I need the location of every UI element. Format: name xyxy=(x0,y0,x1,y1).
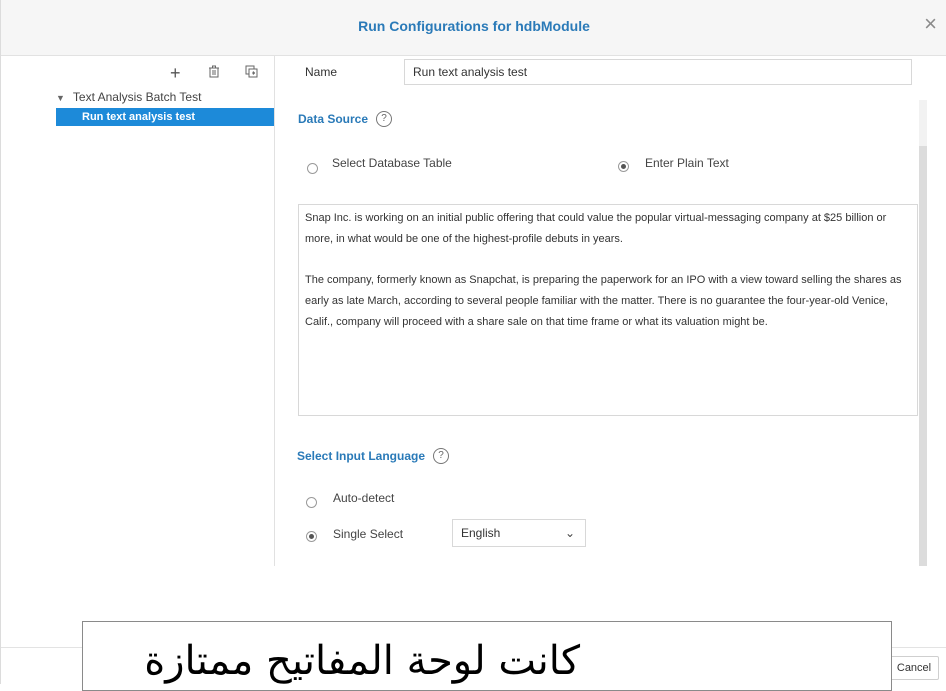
add-icon[interactable]: + xyxy=(170,63,181,84)
copy-icon[interactable] xyxy=(245,65,258,83)
chevron-down-icon: ⌄ xyxy=(564,526,575,540)
radio-select-database-table[interactable] xyxy=(307,163,318,174)
data-source-title: Data Source xyxy=(298,112,369,127)
trash-icon[interactable] xyxy=(208,65,220,81)
caret-down-icon[interactable]: ▼ xyxy=(56,93,65,103)
name-field[interactable]: Run text analysis test xyxy=(404,59,912,85)
overlay-caption: كانت لوحة المفاتيح ممتازة xyxy=(144,638,580,684)
dialog-header: Run Configurations for hdbModule × xyxy=(1,0,946,56)
radio-label-enter-plain-text: Enter Plain Text xyxy=(645,156,729,170)
name-label: Name xyxy=(305,65,338,79)
language-dropdown-value: English xyxy=(461,526,501,540)
input-language-heading: Select Input Language? xyxy=(297,448,450,465)
dialog-title: Run Configurations for hdbModule xyxy=(358,18,590,34)
scrollbar-thumb[interactable] xyxy=(919,146,927,566)
tree-item-text-analysis-batch-test[interactable]: ▼ Text Analysis Batch Test xyxy=(56,90,201,104)
input-language-title: Select Input Language xyxy=(297,449,426,464)
cancel-button[interactable]: Cancel xyxy=(889,656,939,680)
configurations-panel: + ▼ Text Analysis Batch Test Run text ana… xyxy=(1,56,274,566)
radio-label-select-database-table: Select Database Table xyxy=(332,156,452,170)
radio-enter-plain-text[interactable] xyxy=(618,161,629,172)
plain-text-area[interactable]: Snap Inc. is working on an initial publi… xyxy=(298,204,918,416)
run-configurations-dialog: Run Configurations for hdbModule × + ▼ Te… xyxy=(0,0,946,685)
radio-label-single-select: Single Select xyxy=(333,527,404,541)
radio-label-auto-detect: Auto-detect xyxy=(333,491,395,505)
language-dropdown[interactable]: English ⌄ xyxy=(452,519,586,547)
radio-auto-detect[interactable] xyxy=(306,497,317,508)
help-icon[interactable]: ? xyxy=(376,111,393,127)
close-icon[interactable]: × xyxy=(924,13,937,35)
help-icon[interactable]: ? xyxy=(433,448,450,464)
tree-parent-label: Text Analysis Batch Test xyxy=(72,90,202,104)
data-source-heading: Data Source? xyxy=(298,111,393,128)
text-paragraph: The company, formerly known as Snapchat,… xyxy=(305,274,902,328)
panel-divider xyxy=(274,56,275,566)
tree-item-run-text-analysis-test[interactable]: Run text analysis test xyxy=(56,108,274,126)
text-paragraph: Snap Inc. is working on an initial publi… xyxy=(305,212,887,245)
radio-single-select[interactable] xyxy=(306,531,317,542)
